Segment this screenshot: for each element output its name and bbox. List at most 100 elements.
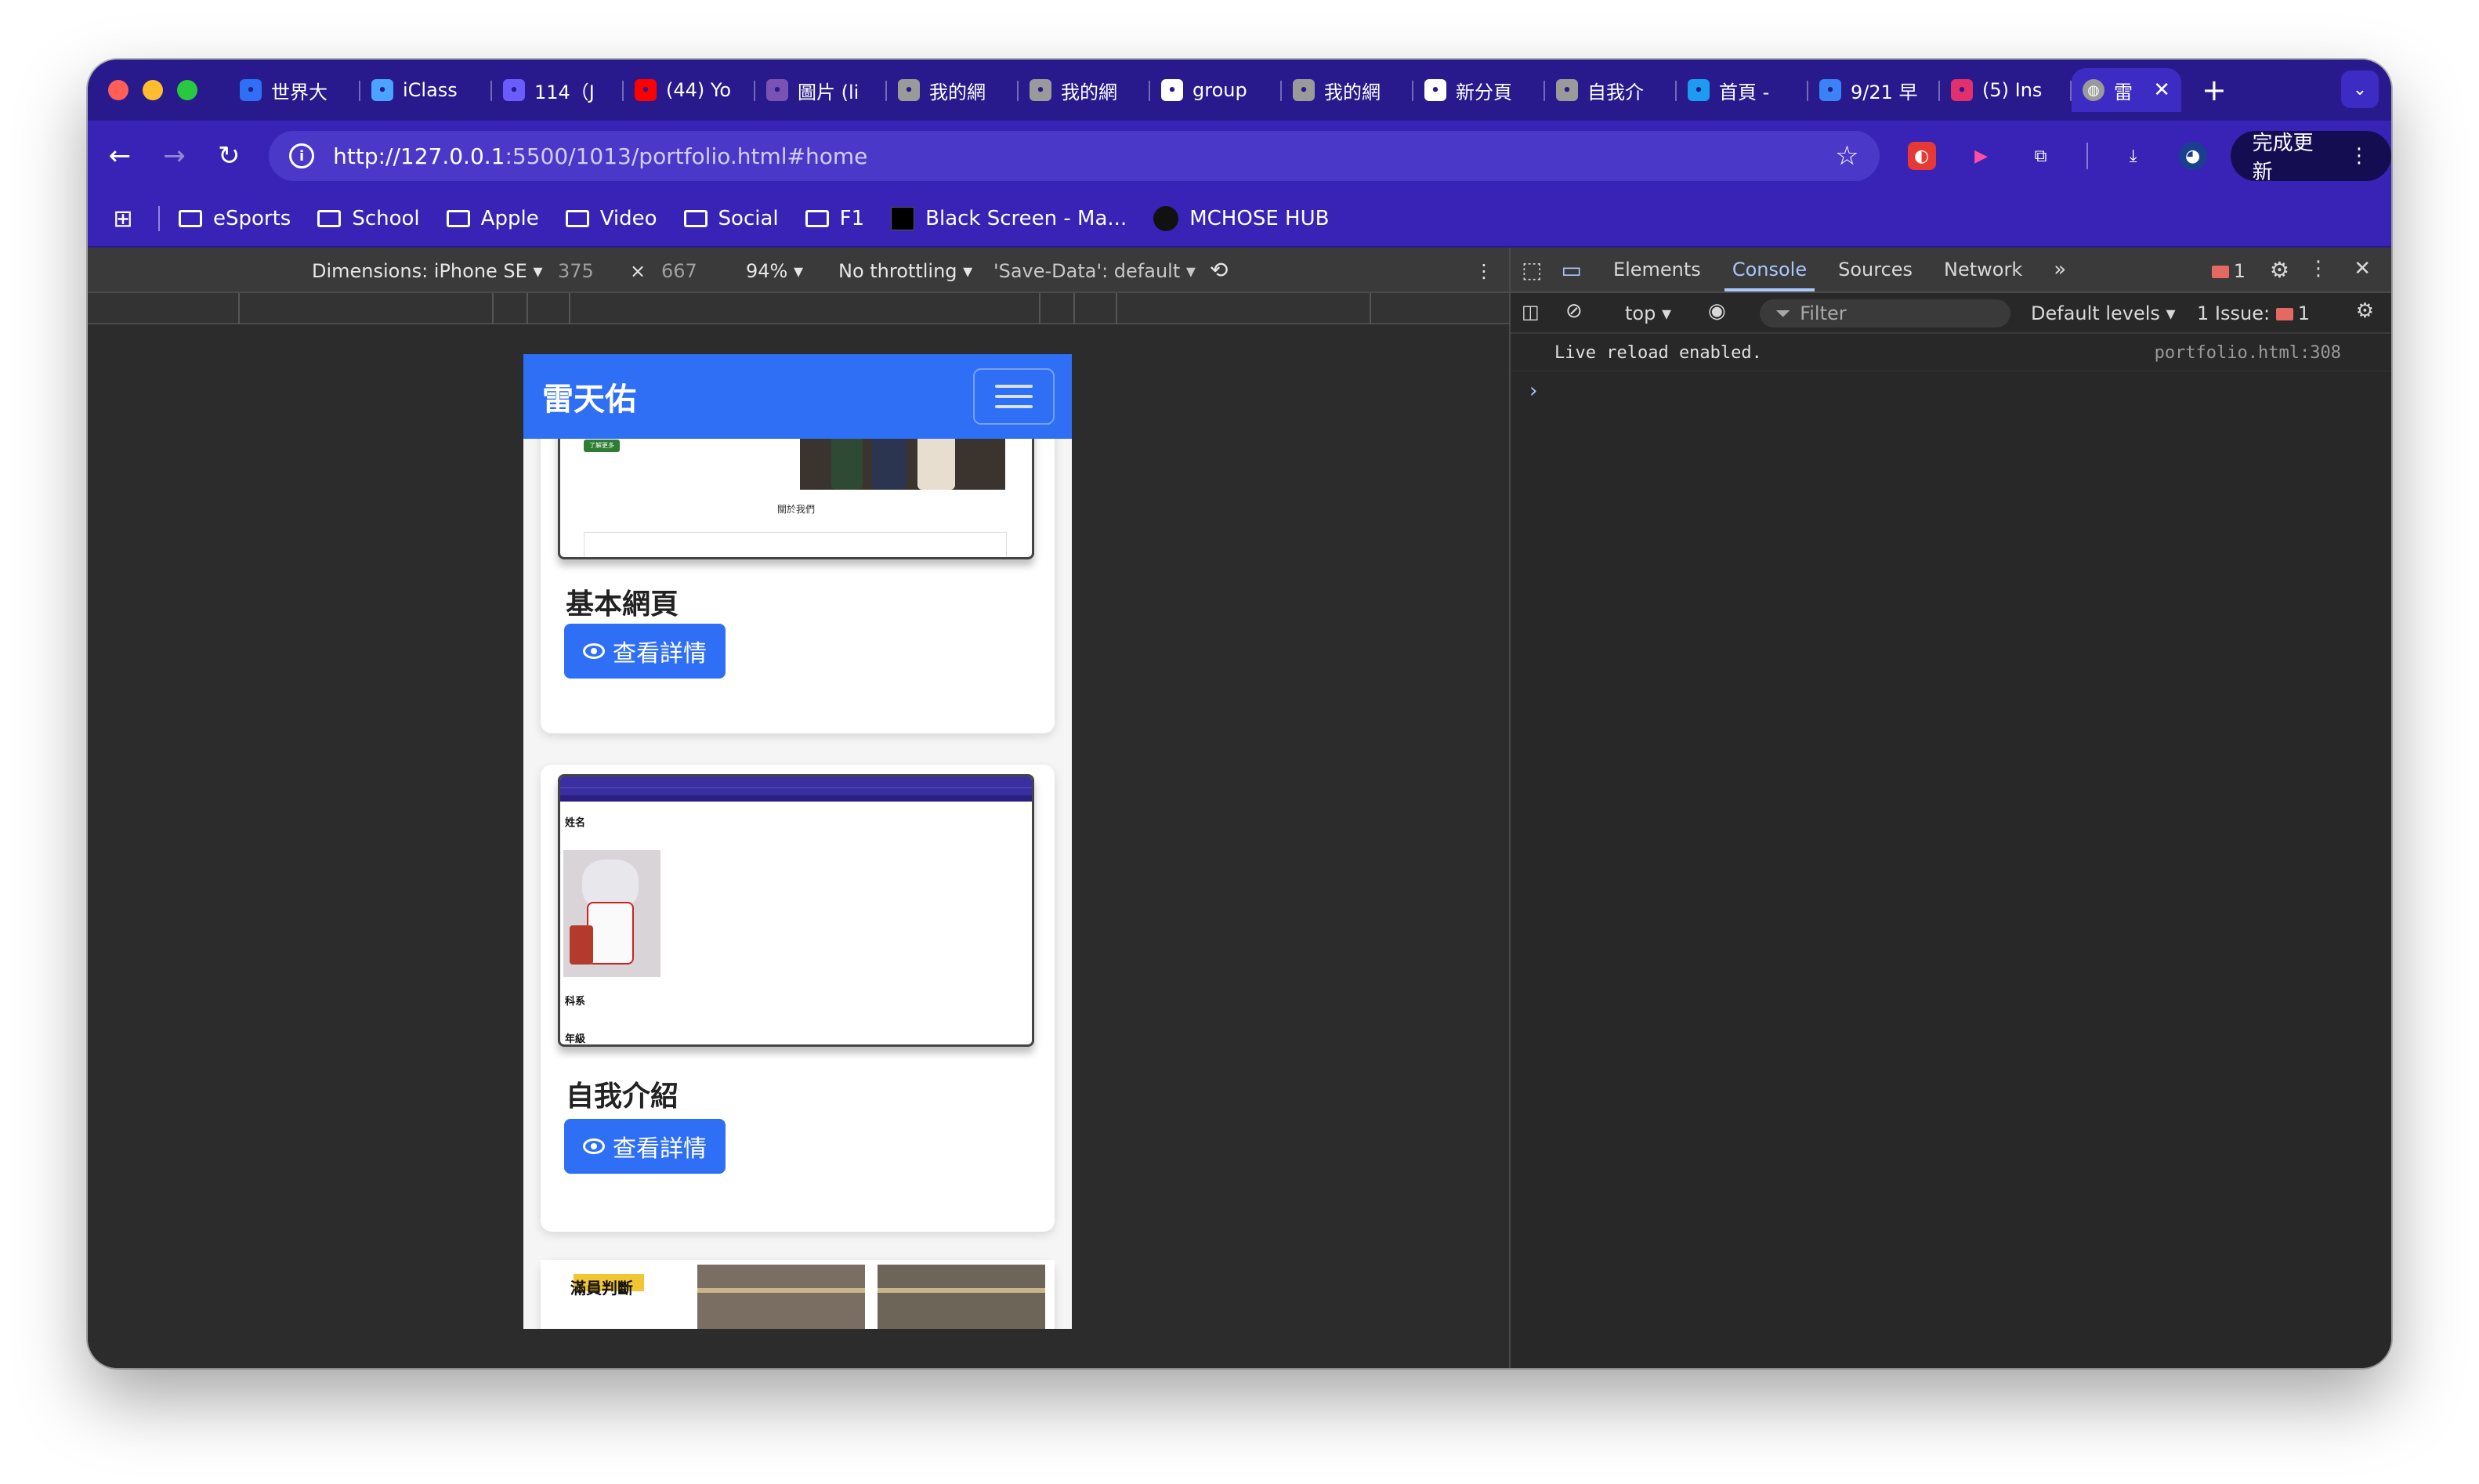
devtools-tab-console[interactable]: Console [1724,259,1815,291]
tab-title: 世界大 [271,81,328,103]
devtools-tab-elements[interactable]: Elements [1613,259,1701,281]
tab-item[interactable]: • 自我介 [1545,68,1677,112]
globe-icon: • [1030,79,1051,101]
link-icon: • [240,79,262,101]
zoom-window-button[interactable] [177,80,197,100]
tab-item[interactable]: • 我的網 [1019,68,1150,112]
bookmark-star-icon[interactable]: ☆ [1835,140,1858,172]
youtube-icon: • [635,79,657,101]
devtools-tab-sources[interactable]: Sources [1838,259,1913,281]
close-devtools-icon[interactable]: ✕ [2354,257,2371,281]
devtools-tab-network[interactable]: Network [1944,259,2022,281]
error-counter[interactable]: 1 [2211,260,2246,282]
tab-item[interactable]: • (44) Yo [624,68,755,112]
tab-item[interactable]: • 新分頁 [1413,68,1545,112]
device-toggle-icon[interactable]: ▭ [1561,257,1581,283]
console-settings-gear-icon[interactable]: ⚙ [2356,299,2374,323]
bookmark-label: Black Screen - Ma... [925,207,1127,230]
bookmark-item[interactable]: eSports [179,207,291,230]
save-data-select[interactable]: 'Save-Data': default ▾ [993,260,1196,282]
tab-item[interactable]: • 世界大 [229,68,360,112]
toolbar-divider [2086,143,2088,169]
forward-arrow-icon[interactable]: → [147,140,202,172]
extension-video-icon[interactable]: ▶ [1967,142,1996,170]
shot-caption: 關於我們 [776,504,815,515]
clear-console-icon[interactable]: ⊘ [1565,299,1583,323]
height-input[interactable]: 667 [661,260,697,282]
extensions-puzzle-icon[interactable]: ⧉ [2027,142,2055,170]
zoom-select[interactable]: 94% ▾ [746,260,803,282]
more-tabs-icon[interactable]: » [2054,258,2066,281]
log-levels-select[interactable]: Default levels ▾ [2031,302,2176,324]
devtools-more-icon[interactable]: ⋮ [2308,257,2329,281]
device-viewport: 了解更多 關於我們 基本網頁 查看詳情 姓名 科系 年級 自我介紹 查看詳情 滿… [88,324,1509,1368]
bookmark-item[interactable]: F1 [805,207,864,230]
extension-red-icon[interactable]: ◐ [1907,142,1936,170]
device-more-icon[interactable]: ⋮ [1475,260,1493,282]
folder-icon [805,210,829,227]
throttling-label: No throttling [838,260,957,282]
bookmark-favicon-icon [891,207,915,230]
bookmark-item[interactable]: Social [683,207,779,230]
console-filter-input[interactable]: ⏷ Filter [1760,299,2010,328]
bookmark-item[interactable]: Apple [446,207,539,230]
tab-item[interactable]: • 我的網 [1282,68,1413,112]
view-details-button[interactable]: 查看詳情 [564,1119,726,1174]
sidebar-toggle-icon[interactable]: ◫ [1522,301,1540,323]
console-source-link[interactable]: portfolio.html:308 [2155,343,2341,363]
console-prompt-chevron-icon[interactable]: › [1529,379,1537,403]
rotate-icon[interactable]: ⟲ [1210,257,1228,283]
layers-icon: • [503,79,525,101]
update-button[interactable]: 完成更新 ⋮ [2230,131,2391,184]
tab-item[interactable]: • (5) Ins [1940,68,2072,112]
close-tab-icon[interactable]: ✕ [2153,78,2170,102]
window-controls [108,80,197,100]
site-brand[interactable]: 雷天佑 [542,374,636,419]
tab-item[interactable]: • 114（J [492,68,624,112]
view-details-button[interactable]: 查看詳情 [564,624,726,679]
throttling-select[interactable]: No throttling ▾ [838,260,972,282]
tab-item[interactable]: • iClass [360,68,492,112]
issues-counter[interactable]: 1 Issue: 1 [2197,302,2310,324]
hamburger-menu-icon[interactable] [973,368,1055,425]
tab-item[interactable]: • 圖片 (li [755,68,887,112]
profile-avatar[interactable]: ◕ [2178,142,2207,170]
bookmark-item[interactable]: School [317,207,420,230]
minimize-window-button[interactable] [143,80,163,100]
tab-title: 我的網 [1324,81,1381,103]
shot-heading: 姓名 [565,817,586,829]
tab-item[interactable]: • 9/21 早 [1808,68,1940,112]
context-select[interactable]: top ▾ [1625,302,1671,324]
tab-strip: • 世界大 • iClass • 114（J • (44) Yo • 圖片 (li • 我的網 • 我的網… [88,60,2391,121]
back-arrow-icon[interactable]: ← [92,140,147,172]
zoom-label: 94% [746,260,788,282]
download-icon[interactable]: ⤓ [2119,142,2148,170]
media-query-ruler[interactable] [88,293,1509,324]
shot-photo [697,1265,865,1329]
width-input[interactable]: 375 [558,260,594,282]
new-tab-button[interactable]: + [2202,73,2227,107]
site-info-icon[interactable]: i [289,143,315,168]
tab-item[interactable]: • 首頁 - [1677,68,1808,112]
tab-search-button[interactable]: ⌄ [2341,71,2379,108]
dimensions-select[interactable]: Dimensions: iPhone SE ▾ [312,260,543,282]
inspect-element-icon[interactable]: ⬚ [1522,257,1542,283]
reload-icon[interactable]: ↻ [201,140,256,172]
settings-gear-icon[interactable]: ⚙ [2270,257,2289,283]
live-expression-eye-icon[interactable]: ◉ [1708,299,1726,323]
address-bar[interactable]: i http://127.0.0.1:5500/1013/portfolio.h… [269,131,1880,181]
more-vertical-icon: ⋮ [2348,144,2369,168]
tab-title: 雷 [2114,81,2133,103]
tab-item[interactable]: • group [1150,68,1282,112]
bookmark-item[interactable]: Black Screen - Ma... [891,207,1127,230]
shot-heading: 科系 [565,996,586,1008]
bookmark-item[interactable]: Video [565,207,657,230]
close-window-button[interactable] [108,80,128,100]
portfolio-card: 姓名 科系 年級 自我介紹 查看詳情 [541,765,1055,1232]
eye-icon [583,1138,605,1154]
tab-item[interactable]: • 我的網 [887,68,1019,112]
apps-grid-icon[interactable]: ⊞ [88,205,158,233]
tab-title: iClass [403,79,458,101]
bookmark-item[interactable]: MCHOSE HUB [1153,206,1329,231]
tab-active[interactable]: ◍ 雷 ✕ [2072,68,2181,112]
